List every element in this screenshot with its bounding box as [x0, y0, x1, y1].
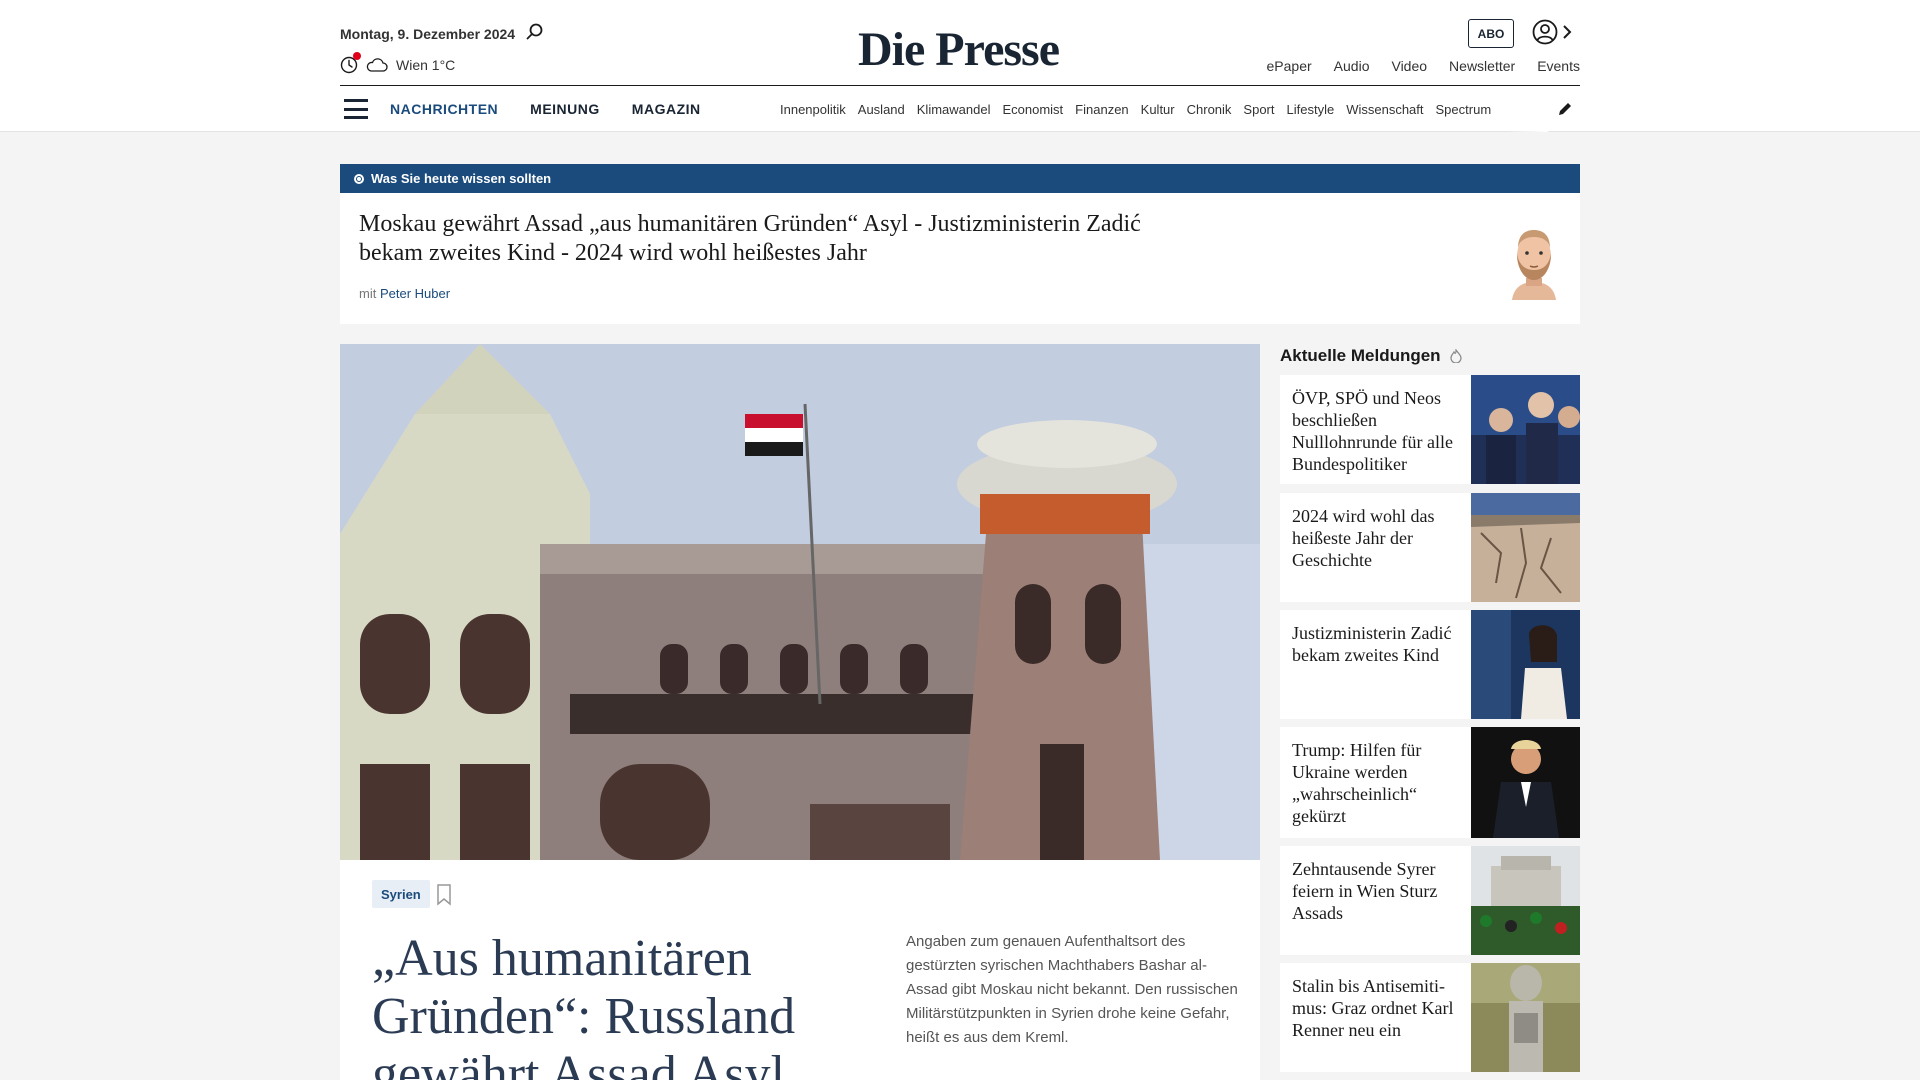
account-menu[interactable]	[1532, 19, 1572, 45]
news-item-thumbnail	[1471, 375, 1580, 484]
top-links: ePaper Audio Video Newsletter Events	[1267, 58, 1580, 74]
nav-section-item[interactable]: Spectrum	[1436, 102, 1492, 117]
daily-briefing[interactable]: Was Sie heute wissen sollten Moskau gewä…	[340, 164, 1580, 324]
nav-item-nachrichten[interactable]: NACHRICHTEN	[390, 101, 498, 117]
link-audio[interactable]: Audio	[1334, 58, 1370, 74]
news-item[interactable]: Stalin bis Antisemiti­mus: Graz ordnet K…	[1280, 963, 1580, 1072]
news-item-thumbnail	[1471, 963, 1580, 1072]
nav-primary: NACHRICHTEN MEINUNG MAGAZIN	[390, 101, 701, 117]
current-date: Montag, 9. Dezember 2024	[340, 26, 516, 42]
lead-article-image[interactable]	[340, 344, 1260, 860]
news-item-thumbnail	[1471, 727, 1580, 838]
author-link[interactable]: Peter Huber	[380, 286, 450, 301]
nav-section-item[interactable]: Ausland	[858, 102, 905, 117]
nav-section-item[interactable]: Chronik	[1187, 102, 1232, 117]
lead-teaser: Angaben zum genauen Aufenthaltsort des g…	[906, 933, 1238, 1046]
news-item-title: Stalin bis Antisemiti­mus: Graz ordnet K…	[1292, 976, 1454, 1040]
nav-section-item[interactable]: Finanzen	[1075, 102, 1128, 117]
news-item-title: 2024 wird wohl das heißeste Jahr der Ges…	[1292, 506, 1435, 570]
search-icon[interactable]	[525, 22, 545, 42]
flame-icon	[1449, 349, 1462, 363]
briefing-byline: mit Peter Huber	[359, 286, 450, 301]
nav-section-item[interactable]: Kultur	[1141, 102, 1175, 117]
site-header: Montag, 9. Dezember 2024 Wien 1°C Die Pr…	[0, 0, 1920, 132]
site-logo[interactable]: Die Presse	[858, 22, 1060, 77]
link-events[interactable]: Events	[1537, 58, 1580, 74]
news-item[interactable]: Justizministerin Zadić bekam zweites Kin…	[1280, 610, 1580, 719]
link-video[interactable]: Video	[1391, 58, 1427, 74]
nav-section-item[interactable]: Lifestyle	[1287, 102, 1335, 117]
chevron-right-icon[interactable]	[1562, 24, 1572, 40]
nav-section-item[interactable]: Wissenschaft	[1346, 102, 1423, 117]
nav-fade	[1508, 86, 1548, 132]
news-item-title: Justizministerin Zadić bekam zweites Kin…	[1292, 623, 1452, 665]
pencil-icon[interactable]	[1556, 100, 1574, 118]
category-tag[interactable]: Syrien	[372, 880, 430, 908]
main-navigation: NACHRICHTEN MEINUNG MAGAZIN Innenpolitik…	[340, 86, 1580, 132]
nav-section-item[interactable]: Economist	[1002, 102, 1063, 117]
author-avatar	[1512, 230, 1556, 300]
link-newsletter[interactable]: Newsletter	[1449, 58, 1515, 74]
notification-dot	[353, 52, 361, 60]
byline-prefix: mit	[359, 286, 377, 301]
nav-section-item[interactable]: Klimawandel	[917, 102, 991, 117]
news-item[interactable]: 2024 wird wohl das heißeste Jahr der Ges…	[1280, 493, 1580, 602]
news-item-thumbnail	[1471, 846, 1580, 955]
news-item[interactable]: Zehntausende Syrer feiern in Wien Sturz …	[1280, 846, 1580, 955]
cloud-icon	[366, 58, 388, 72]
news-item[interactable]: ÖVP, SPÖ und Neos beschließen Nulllohnru…	[1280, 375, 1580, 484]
user-icon[interactable]	[1532, 19, 1558, 45]
lead-headline[interactable]: „Aus humanitären Gründen“: Russland gewä…	[372, 930, 892, 1080]
news-item-thumbnail	[1471, 493, 1580, 602]
latest-news: Aktuelle Meldungen ÖVP, SPÖ und Neos bes…	[1280, 344, 1580, 1072]
lead-article[interactable]: Syrien „Aus humanitären Gründen“: Russla…	[340, 344, 1260, 1080]
clock-icon[interactable]	[340, 52, 361, 74]
nav-item-magazin[interactable]: MAGAZIN	[632, 101, 701, 117]
news-item-title: ÖVP, SPÖ und Neos beschließen Nulllohnru…	[1292, 388, 1453, 474]
link-epaper[interactable]: ePaper	[1267, 58, 1312, 74]
latest-news-title: Aktuelle Meldungen	[1280, 346, 1441, 365]
nav-sections: Innenpolitik Ausland Klimawandel Economi…	[780, 86, 1548, 132]
nav-item-meinung[interactable]: MEINUNG	[530, 101, 600, 117]
news-item-title: Trump: Hilfen für Ukraine werden „wahrsc…	[1292, 740, 1422, 826]
briefing-bar: Was Sie heute wissen sollten	[340, 164, 1580, 193]
menu-icon[interactable]	[344, 99, 368, 119]
news-item[interactable]: Trump: Hilfen für Ukraine werden „wahrsc…	[1280, 727, 1580, 838]
weather-text: Wien 1°C	[396, 57, 456, 73]
latest-news-heading: Aktuelle Meldungen	[1280, 344, 1580, 368]
nav-section-item[interactable]: Innenpolitik	[780, 102, 846, 117]
news-item-thumbnail	[1471, 610, 1580, 719]
weather-widget[interactable]: Wien 1°C	[340, 52, 456, 74]
nav-section-item[interactable]: Sport	[1243, 102, 1274, 117]
bookmark-icon[interactable]	[436, 884, 452, 906]
news-item-title: Zehntausende Syrer feiern in Wien Sturz …	[1292, 859, 1438, 923]
live-dot-icon	[354, 173, 364, 184]
briefing-title[interactable]: Moskau gewährt Assad „aus humanitären Gr…	[359, 210, 1199, 268]
abo-button[interactable]: ABO	[1468, 19, 1514, 48]
briefing-label: Was Sie heute wissen sollten	[371, 171, 552, 186]
